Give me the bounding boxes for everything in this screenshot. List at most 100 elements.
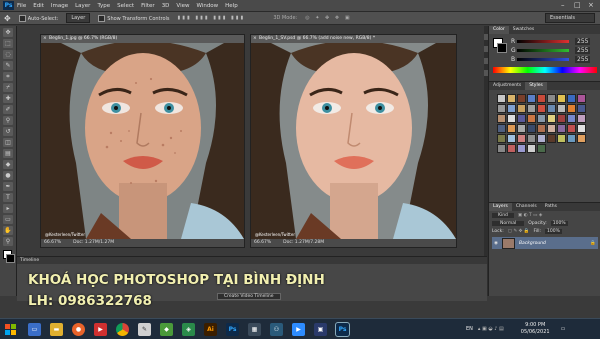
menu-file[interactable]: File: [17, 3, 26, 9]
firefox-icon[interactable]: ●: [72, 322, 85, 336]
style-swatch[interactable]: [577, 114, 586, 123]
style-swatch[interactable]: [517, 104, 526, 113]
channel-b-value[interactable]: 255: [575, 55, 591, 63]
style-swatch[interactable]: [557, 124, 566, 133]
style-swatch[interactable]: [497, 94, 506, 103]
style-swatch[interactable]: [507, 124, 516, 133]
style-swatch[interactable]: [577, 134, 586, 143]
workspace-dropdown[interactable]: Essentials: [545, 13, 595, 23]
tab-swatches[interactable]: Swatches: [509, 26, 539, 34]
style-swatch[interactable]: [507, 144, 516, 153]
maximize-icon[interactable]: □: [574, 1, 581, 9]
menu-layer[interactable]: Layer: [75, 3, 90, 9]
document-window-original[interactable]: Beglin_1.jpg @ 66.7% (RGB/8) × @Kesterle…: [40, 34, 245, 248]
style-swatch[interactable]: [537, 114, 546, 123]
tab-layers[interactable]: Layers: [489, 203, 512, 211]
menu-image[interactable]: Image: [51, 3, 68, 9]
style-swatch[interactable]: [577, 94, 586, 103]
history-brush-tool-icon[interactable]: ↺: [3, 127, 13, 136]
clock[interactable]: 9:00 PM 05/06/2021: [521, 322, 550, 336]
start-button[interactable]: [0, 319, 20, 339]
channel-r-slider[interactable]: [517, 39, 569, 43]
crop-tool-icon[interactable]: ⌗: [3, 72, 13, 81]
style-swatch[interactable]: [537, 134, 546, 143]
marquee-tool-icon[interactable]: ⬚: [3, 39, 13, 48]
style-swatch[interactable]: [527, 104, 536, 113]
visibility-eye-icon[interactable]: ◉: [494, 241, 498, 246]
channel-g-slider[interactable]: [517, 48, 569, 52]
style-swatch[interactable]: [537, 94, 546, 103]
notification-icon[interactable]: ▭: [561, 326, 566, 332]
style-swatch[interactable]: [497, 134, 506, 143]
style-swatch[interactable]: [507, 114, 516, 123]
align-icons[interactable]: ▮▮▮ ▮▮▮ ▮▮▮ ▮▮▮: [178, 15, 246, 21]
tray-icons[interactable]: ▴ ▣ ◒ ♪ ▤: [478, 326, 504, 332]
tab-styles[interactable]: Styles: [525, 82, 547, 90]
style-swatch[interactable]: [567, 94, 576, 103]
style-swatch[interactable]: [547, 104, 556, 113]
opacity-field[interactable]: 100%: [550, 221, 568, 226]
menu-help[interactable]: Help: [225, 3, 238, 9]
color-swatches[interactable]: [0, 250, 16, 266]
style-swatch[interactable]: [527, 144, 536, 153]
fill-field[interactable]: 100%: [545, 229, 562, 234]
type-tool-icon[interactable]: T: [3, 193, 13, 202]
background-color[interactable]: [6, 254, 15, 263]
notepad-icon[interactable]: ✎: [138, 322, 151, 336]
green-app-icon[interactable]: ◈: [182, 322, 195, 336]
video-app-icon[interactable]: ▣: [314, 322, 327, 336]
hand-tool-icon[interactable]: ✋: [3, 226, 13, 235]
close-tab-icon[interactable]: ×: [43, 35, 47, 43]
menu-edit[interactable]: Edit: [33, 3, 44, 9]
network-app-icon[interactable]: ⚇: [270, 322, 283, 336]
menu-select[interactable]: Select: [117, 3, 134, 9]
channel-r-value[interactable]: 255: [575, 37, 591, 45]
style-swatch[interactable]: [547, 134, 556, 143]
layer-filter-icons[interactable]: ▣ ◐ T ▭ ◈: [518, 213, 542, 218]
layer-row-background[interactable]: ◉ Background 🔒: [492, 237, 598, 249]
minimize-icon[interactable]: –: [561, 1, 565, 9]
explorer-icon[interactable]: ▭: [28, 322, 41, 336]
style-swatch[interactable]: [507, 94, 516, 103]
chrome-icon[interactable]: [116, 322, 129, 336]
style-swatch[interactable]: [547, 94, 556, 103]
illustrator-icon[interactable]: Ai: [204, 322, 217, 336]
style-swatch[interactable]: [527, 114, 536, 123]
zoom-app-icon[interactable]: ▶: [292, 322, 305, 336]
pen-tool-icon[interactable]: ✒: [3, 182, 13, 191]
layer-kind-filter[interactable]: Kind: [492, 213, 514, 218]
channel-b-slider[interactable]: [517, 57, 569, 61]
media-encoder-icon[interactable]: ▦: [248, 322, 261, 336]
style-swatch[interactable]: [517, 124, 526, 133]
show-transform-checkbox[interactable]: [98, 14, 106, 22]
photo-canvas[interactable]: @Kesterleen/Twitter: [251, 43, 456, 239]
document-tab[interactable]: Beglin_1.jpg @ 66.7% (RGB/8) ×: [41, 35, 244, 43]
document-tab[interactable]: Beglin_1_SV.psd @ 66.7% (add noise new, …: [251, 35, 456, 43]
style-swatch[interactable]: [527, 94, 536, 103]
auto-select-target-dropdown[interactable]: Layer: [66, 13, 91, 23]
style-swatch[interactable]: [507, 104, 516, 113]
tab-adjustments[interactable]: Adjustments: [489, 82, 525, 90]
style-swatch[interactable]: [497, 104, 506, 113]
doc-size-info[interactable]: Doc: 1.27M/7.28M: [283, 239, 324, 247]
style-swatch[interactable]: [557, 114, 566, 123]
style-swatch[interactable]: [577, 104, 586, 113]
doc-size-info[interactable]: Doc: 1.27M/1.27M: [73, 239, 114, 247]
menu-filter[interactable]: Filter: [141, 3, 155, 9]
photoshop-active-icon[interactable]: Ps: [335, 321, 350, 337]
blur-tool-icon[interactable]: ◆: [3, 160, 13, 169]
zoom-level[interactable]: 66.67%: [254, 239, 271, 247]
style-swatch[interactable]: [557, 94, 566, 103]
style-swatch[interactable]: [527, 134, 536, 143]
auto-select-checkbox[interactable]: [18, 14, 26, 22]
style-swatch[interactable]: [497, 144, 506, 153]
style-swatch[interactable]: [547, 114, 556, 123]
style-swatch[interactable]: [567, 104, 576, 113]
style-swatch[interactable]: [517, 94, 526, 103]
move-tool-icon[interactable]: ✥: [3, 28, 13, 37]
color-spectrum-bar[interactable]: [493, 67, 597, 73]
style-swatch[interactable]: [557, 134, 566, 143]
folder-icon[interactable]: ▬: [50, 322, 63, 336]
style-swatch[interactable]: [537, 104, 546, 113]
menu-3d[interactable]: 3D: [162, 3, 170, 9]
